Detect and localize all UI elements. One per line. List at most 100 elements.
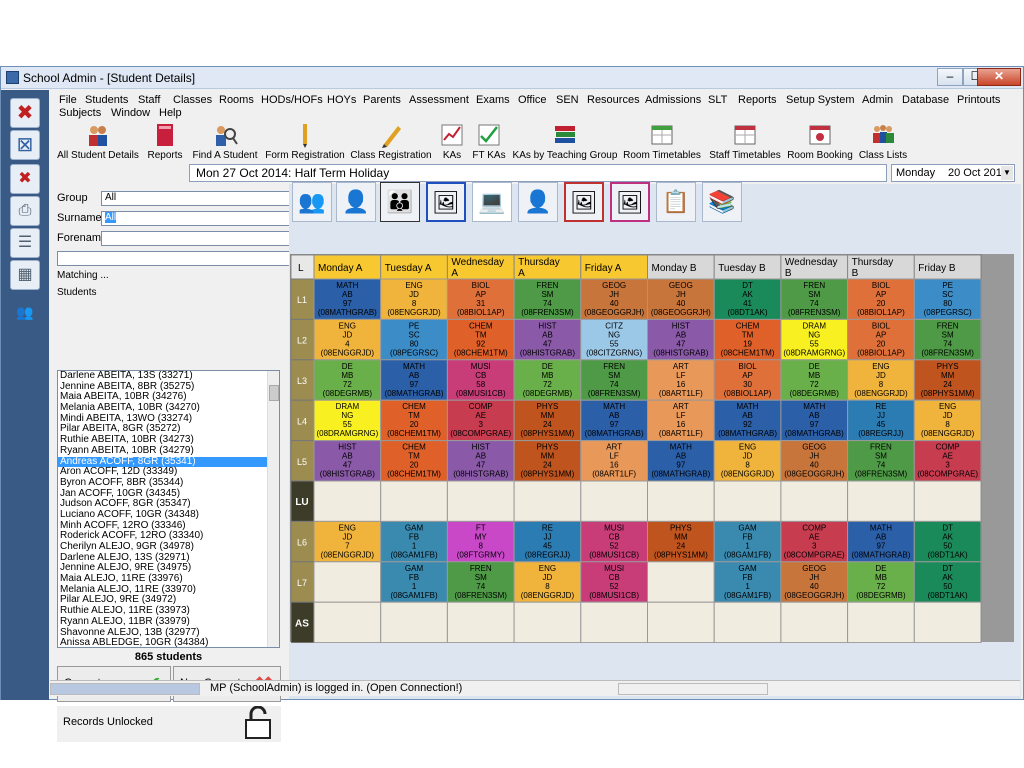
timetable-empty-cell[interactable]: [313, 561, 382, 603]
photo-frame-pink-tab[interactable]: 🖼: [610, 182, 650, 222]
student-list-item[interactable]: Byron ACOFF, 8BR (35344): [58, 477, 279, 489]
lesson-subject: MATH: [670, 443, 692, 452]
student-edit-tab[interactable]: 👤: [336, 182, 376, 222]
menu-assessment[interactable]: Assessment: [409, 94, 469, 106]
list-icon[interactable]: ☰: [10, 228, 40, 258]
all-student-details-button[interactable]: All Student Details: [55, 121, 141, 163]
student-list[interactable]: Darlene ABEITA, 13S (33271) Jennine ABEIT…: [57, 370, 280, 648]
timetable-empty-cell[interactable]: [647, 480, 715, 522]
timetable-empty-cell[interactable]: [446, 601, 515, 643]
lesson-teacher: AB: [742, 411, 753, 420]
student-list-item[interactable]: Ryann ABEITA, 10BR (34279): [58, 445, 279, 457]
timetable-empty-cell[interactable]: [647, 601, 715, 643]
menu-slt[interactable]: SLT: [708, 94, 727, 106]
day-header-label: Friday B: [918, 263, 956, 274]
timetable-empty-cell[interactable]: [713, 480, 782, 522]
student-list-item[interactable]: Anissa ABLEDGE, 10GR (34384): [58, 637, 279, 647]
date-picker[interactable]: Monday 20 Oct 2014 ▼: [891, 164, 1015, 182]
computer-user-tab[interactable]: 💻: [472, 182, 512, 222]
timetable-empty-cell[interactable]: [847, 480, 915, 522]
menu-parents[interactable]: Parents: [363, 94, 401, 106]
menu-printouts[interactable]: Printouts: [957, 94, 1000, 106]
student-list-scrollbar[interactable]: [267, 371, 279, 647]
timetable-empty-cell[interactable]: [913, 480, 982, 522]
timetable-empty-cell[interactable]: [780, 601, 849, 643]
find-a-student-button[interactable]: Find A Student: [189, 121, 261, 163]
menu-rooms[interactable]: Rooms: [219, 94, 254, 106]
minimize-button[interactable]: –: [937, 68, 963, 86]
photo-frame-tab[interactable]: 🖼: [426, 182, 466, 222]
lesson-subject: BIOL: [472, 281, 491, 290]
timetable-empty-cell[interactable]: [580, 480, 648, 522]
close-window-icon[interactable]: ✖: [10, 164, 40, 194]
student-notes-tab[interactable]: 📋: [656, 182, 696, 222]
menu-hoys[interactable]: HOYs: [327, 94, 356, 106]
menu-admin[interactable]: Admin: [862, 94, 893, 106]
family-photo-tab[interactable]: 👪: [380, 182, 420, 222]
timetable-empty-cell[interactable]: [713, 601, 782, 643]
menu-file[interactable]: File: [59, 94, 77, 106]
timetable-empty-cell[interactable]: [913, 601, 982, 643]
menu-exams[interactable]: Exams: [476, 94, 510, 106]
students-label: Students: [57, 287, 97, 298]
table-icon[interactable]: ▦: [10, 260, 40, 290]
menu-help[interactable]: Help: [159, 107, 182, 119]
left-quick-sidebar: ✖ ⊠ ✖ ⎙ ☰ ▦ 👥: [1, 90, 49, 700]
student-books-tab[interactable]: 📚: [702, 182, 742, 222]
menu-resources[interactable]: Resources: [587, 94, 640, 106]
form-registration-button[interactable]: Form Registration: [263, 121, 347, 163]
timetable-empty-cell[interactable]: [313, 480, 382, 522]
timetable-empty-cell[interactable]: [513, 480, 582, 522]
room-timetables-button[interactable]: Room Timetables: [621, 121, 703, 163]
menu-window[interactable]: Window: [111, 107, 150, 119]
student-list-item[interactable]: Ryann ALEJO, 11BR (33979): [58, 616, 279, 628]
timetable-empty-cell[interactable]: [847, 601, 915, 643]
menu-database[interactable]: Database: [902, 94, 949, 106]
students-icon[interactable]: 👥: [10, 298, 40, 328]
timetable-empty-cell[interactable]: [513, 601, 582, 643]
scrollbar-thumb[interactable]: [269, 385, 279, 401]
lesson-teacher: MM: [674, 532, 688, 541]
menu-setup-system[interactable]: Setup System: [786, 94, 854, 106]
close-button[interactable]: ✕: [977, 68, 1021, 86]
contact-red-tab[interactable]: 👤: [518, 182, 558, 222]
class-lists-button[interactable]: Class Lists: [855, 121, 911, 163]
menu-sen[interactable]: SEN: [556, 94, 579, 106]
class-registration-button[interactable]: Class Registration: [349, 121, 433, 163]
kas-button[interactable]: KAs: [437, 121, 467, 163]
timetable-empty-cell[interactable]: [313, 601, 382, 643]
extra-filter-select[interactable]: ▼: [57, 251, 327, 266]
menu-office[interactable]: Office: [518, 94, 547, 106]
day-header-week: B: [852, 268, 859, 279]
lesson-room: 80: [410, 339, 419, 348]
lesson-subject: CHEM: [402, 402, 426, 411]
menu-classes[interactable]: Classes: [173, 94, 212, 106]
staff-timetables-button[interactable]: Staff Timetables: [705, 121, 785, 163]
grid-close-icon[interactable]: ⊠: [10, 130, 40, 160]
menu-hods[interactable]: HODs/HOFs: [261, 94, 323, 106]
timetable-empty-cell[interactable]: [580, 601, 648, 643]
lesson-room: 24: [543, 461, 552, 470]
kas-by-teaching-group-button[interactable]: KAs by Teaching Group: [511, 121, 619, 163]
reports-button[interactable]: Reports: [143, 121, 187, 163]
menu-students[interactable]: Students: [85, 94, 128, 106]
menu-subjects[interactable]: Subjects: [59, 107, 101, 119]
menu-admissions[interactable]: Admissions: [645, 94, 701, 106]
timetable-empty-cell[interactable]: [446, 480, 515, 522]
lesson-group: (08CHEM1TM): [387, 429, 441, 438]
close-red-x-icon[interactable]: ✖: [10, 98, 40, 128]
student-photo-tab[interactable]: 👥: [292, 182, 332, 222]
print-icon[interactable]: ⎙: [10, 196, 40, 226]
menu-reports[interactable]: Reports: [738, 94, 777, 106]
timetable-empty-cell[interactable]: [780, 480, 849, 522]
records-unlocked-indicator[interactable]: Records Unlocked: [57, 706, 281, 742]
lesson-group: (08CHEM1TM): [454, 348, 508, 357]
menu-staff[interactable]: Staff: [138, 94, 160, 106]
timetable-empty-cell[interactable]: [380, 601, 448, 643]
room-booking-button[interactable]: Room Booking: [787, 121, 853, 163]
chevron-down-icon[interactable]: ▼: [1001, 166, 1013, 180]
ft-kas-button[interactable]: FT KAs: [469, 121, 509, 163]
timetable-empty-cell[interactable]: [380, 480, 448, 522]
timetable-empty-cell[interactable]: [647, 561, 715, 603]
photo-frame-red-tab[interactable]: 🖼: [564, 182, 604, 222]
